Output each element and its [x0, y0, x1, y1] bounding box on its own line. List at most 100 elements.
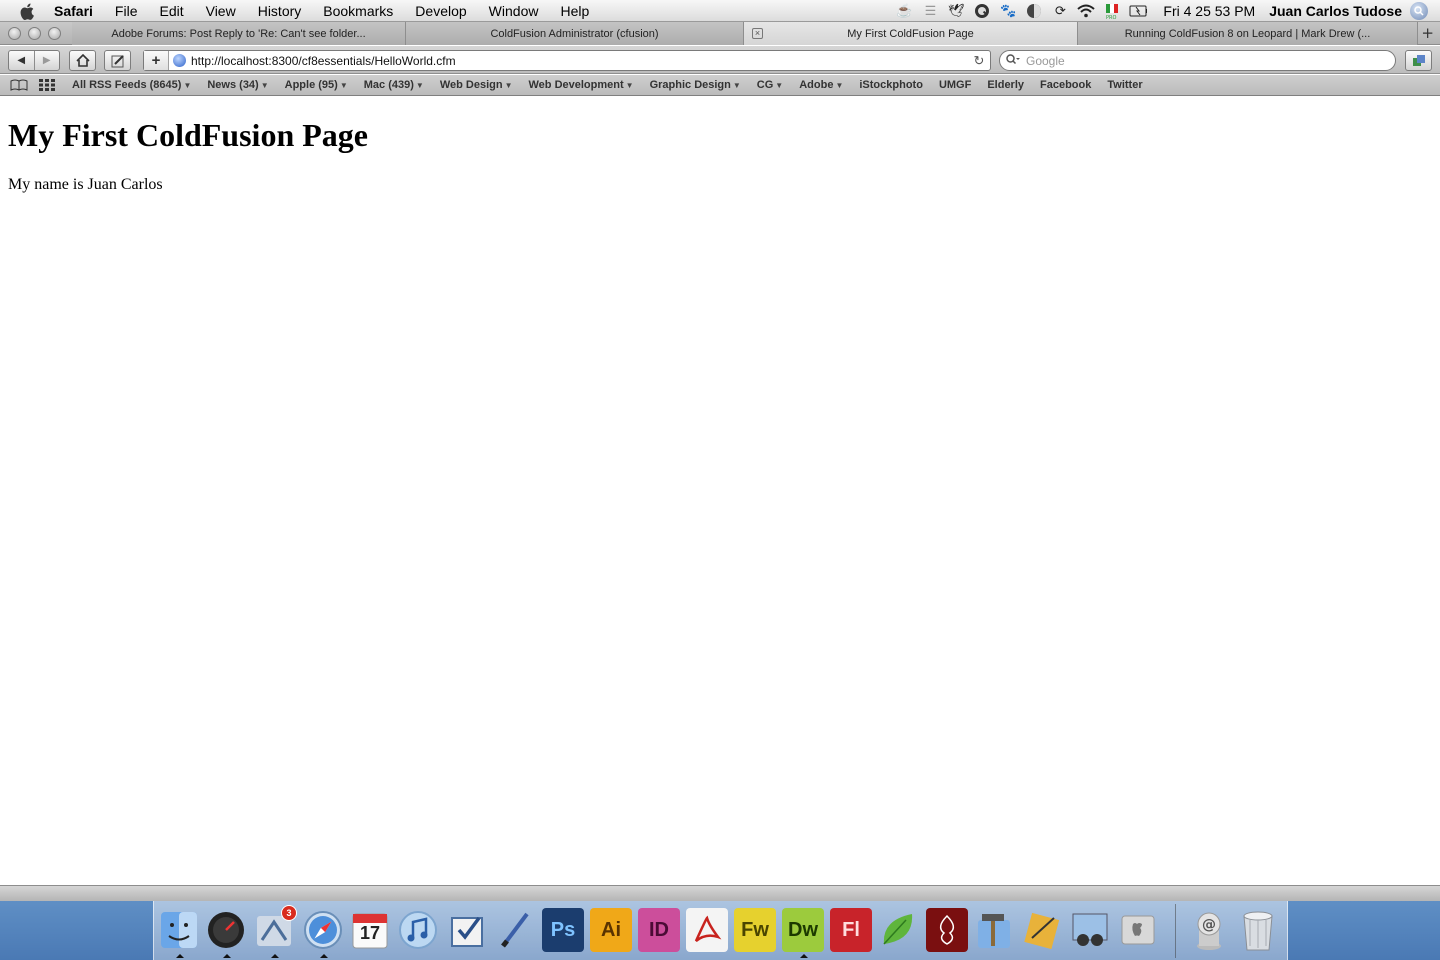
trash-icon[interactable] [1237, 908, 1279, 952]
top-sites-grid-icon[interactable] [38, 78, 56, 92]
dropdown-caret-icon: ▼ [260, 81, 269, 90]
spotlight-icon[interactable] [1410, 2, 1428, 20]
snapback-button[interactable] [1405, 50, 1432, 71]
apple-menu-icon[interactable] [20, 3, 36, 20]
system-preferences-icon[interactable] [1117, 908, 1159, 952]
indesign-icon[interactable]: ID [638, 908, 680, 952]
dreamweaver-icon[interactable]: Dw [782, 908, 824, 958]
dashboard-icon[interactable] [205, 908, 247, 958]
running-indicator [800, 954, 808, 958]
bookmark-web-development[interactable]: Web Development ▼ [529, 79, 634, 91]
flash-icon[interactable]: Fl [830, 908, 872, 952]
bookmark-cg[interactable]: CG ▼ [757, 79, 783, 91]
coldfusion-icon[interactable] [926, 908, 968, 952]
menu-history[interactable]: History [247, 0, 313, 22]
menu-app-safari[interactable]: Safari [54, 0, 104, 22]
safari-icon[interactable] [302, 908, 344, 958]
acrobat-icon[interactable] [686, 908, 728, 952]
reload-icon[interactable]: ↻ [968, 53, 990, 69]
tab-label: ColdFusion Administrator (cfusion) [490, 27, 659, 40]
url-text[interactable]: http://localhost:8300/cf8essentials/Hell… [191, 54, 968, 68]
close-tab-icon[interactable]: × [752, 28, 763, 39]
minimize-window-button[interactable] [28, 27, 41, 40]
finder-icon[interactable] [158, 908, 200, 958]
open-book-icon[interactable] [10, 78, 28, 92]
bookmark-label: Adobe [799, 79, 834, 91]
bookmark-umgf[interactable]: UMGF [939, 79, 971, 91]
bookmark-all-rss-feeds[interactable]: All RSS Feeds (8645) ▼ [72, 79, 191, 91]
mail-at-stack-icon[interactable]: @ [1188, 908, 1230, 952]
bookmark-elderly[interactable]: Elderly [987, 79, 1024, 91]
bookmark-mac[interactable]: Mac (439) ▼ [364, 79, 424, 91]
address-bar[interactable]: + http://localhost:8300/cf8essentials/He… [143, 50, 991, 71]
input-flag-icon[interactable]: PRO [1103, 3, 1121, 19]
bookmark-news[interactable]: News (34) ▼ [207, 79, 268, 91]
svg-text:@: @ [1202, 917, 1216, 933]
menu-window[interactable]: Window [478, 0, 550, 22]
forward-arrow-icon[interactable]: ▶ [35, 55, 60, 66]
sync-icon[interactable]: ⟳ [1051, 3, 1069, 19]
bookmark-graphic-design[interactable]: Graphic Design ▼ [650, 79, 741, 91]
running-indicator [223, 954, 231, 958]
back-arrow-icon[interactable]: ◀ [9, 55, 34, 66]
wifi-icon[interactable] [1077, 3, 1096, 19]
bookmark-facebook[interactable]: Facebook [1040, 79, 1091, 91]
close-window-button[interactable] [8, 27, 21, 40]
add-bookmark-plus-icon[interactable]: + [144, 51, 169, 70]
bookmark-adobe[interactable]: Adobe ▼ [799, 79, 843, 91]
dropdown-caret-icon: ▼ [339, 81, 348, 90]
bookmark-twitter[interactable]: Twitter [1107, 79, 1142, 91]
bird-icon[interactable]: 🕊 [947, 3, 965, 19]
search-icon[interactable] [1006, 53, 1020, 68]
dropdown-caret-icon: ▼ [732, 81, 741, 90]
menubar-username[interactable]: Juan Carlos Tudose [1269, 3, 1402, 19]
paw-icon[interactable]: 🐾 [999, 3, 1017, 19]
leaf-icon[interactable] [877, 908, 919, 952]
back-forward-buttons: ◀ ▶ [8, 50, 60, 71]
menubar-clock[interactable]: Fri 4 25 53 PM [1163, 3, 1255, 19]
paintbrush-icon[interactable] [494, 908, 536, 952]
menu-bookmarks[interactable]: Bookmarks [312, 0, 404, 22]
browser-toolbar: ◀ ▶ + http://localhost:8300/cf8essential… [0, 46, 1440, 74]
dreamweaver-label: Dw [788, 918, 818, 941]
preview-binoculars-icon[interactable] [1069, 908, 1111, 952]
fireworks-icon[interactable]: Fw [734, 908, 776, 952]
running-indicator [176, 954, 184, 958]
q-circle-icon[interactable] [973, 3, 991, 19]
tab-adobe-forums[interactable]: Adobe Forums: Post Reply to 'Re: Can't s… [72, 22, 406, 45]
itunes-icon[interactable] [397, 908, 439, 952]
page-text: My name is Juan Carlos [8, 176, 163, 193]
tab-running-coldfusion[interactable]: Running ColdFusion 8 on Leopard | Mark D… [1078, 22, 1418, 45]
dock-separator [1175, 904, 1176, 958]
home-button[interactable] [69, 50, 96, 71]
dropdown-caret-icon: ▼ [775, 81, 784, 90]
dropdown-caret-icon: ▼ [835, 81, 844, 90]
menu-file[interactable]: File [104, 0, 149, 22]
mail-icon[interactable]: 3 [253, 905, 297, 958]
notepad-icon[interactable] [1021, 908, 1063, 952]
xcode-hammer-icon[interactable] [973, 908, 1015, 952]
illustrator-icon[interactable]: Ai [590, 908, 632, 952]
half-circle-icon[interactable] [1025, 3, 1043, 19]
tab-my-first-coldfusion-page[interactable]: × My First ColdFusion Page [744, 22, 1078, 45]
photoshop-icon[interactable]: Ps [542, 908, 584, 952]
edit-bookmarks-button[interactable] [104, 50, 131, 71]
bookmark-label: Apple (95) [284, 79, 338, 91]
menu-develop[interactable]: Develop [404, 0, 477, 22]
battery-icon[interactable] [1129, 3, 1148, 19]
search-field[interactable]: Google [999, 50, 1396, 71]
menu-help[interactable]: Help [549, 0, 600, 22]
coffee-cup-icon[interactable]: ☕ [895, 3, 913, 19]
todo-checkbox-icon[interactable] [446, 908, 488, 952]
bookmark-web-design[interactable]: Web Design ▼ [440, 79, 513, 91]
tab-coldfusion-admin[interactable]: ColdFusion Administrator (cfusion) [406, 22, 744, 45]
menu-edit[interactable]: Edit [148, 0, 194, 22]
bookmark-apple[interactable]: Apple (95) ▼ [285, 79, 348, 91]
zoom-window-button[interactable] [48, 27, 61, 40]
menu-view[interactable]: View [195, 0, 247, 22]
ical-icon[interactable]: 17 [349, 908, 391, 952]
bookmark-istockphoto[interactable]: iStockphoto [859, 79, 923, 91]
dropdown-caret-icon: ▼ [415, 81, 424, 90]
new-tab-plus-icon[interactable]: + [1421, 24, 1434, 42]
list-icon[interactable]: ☰ [921, 3, 939, 19]
